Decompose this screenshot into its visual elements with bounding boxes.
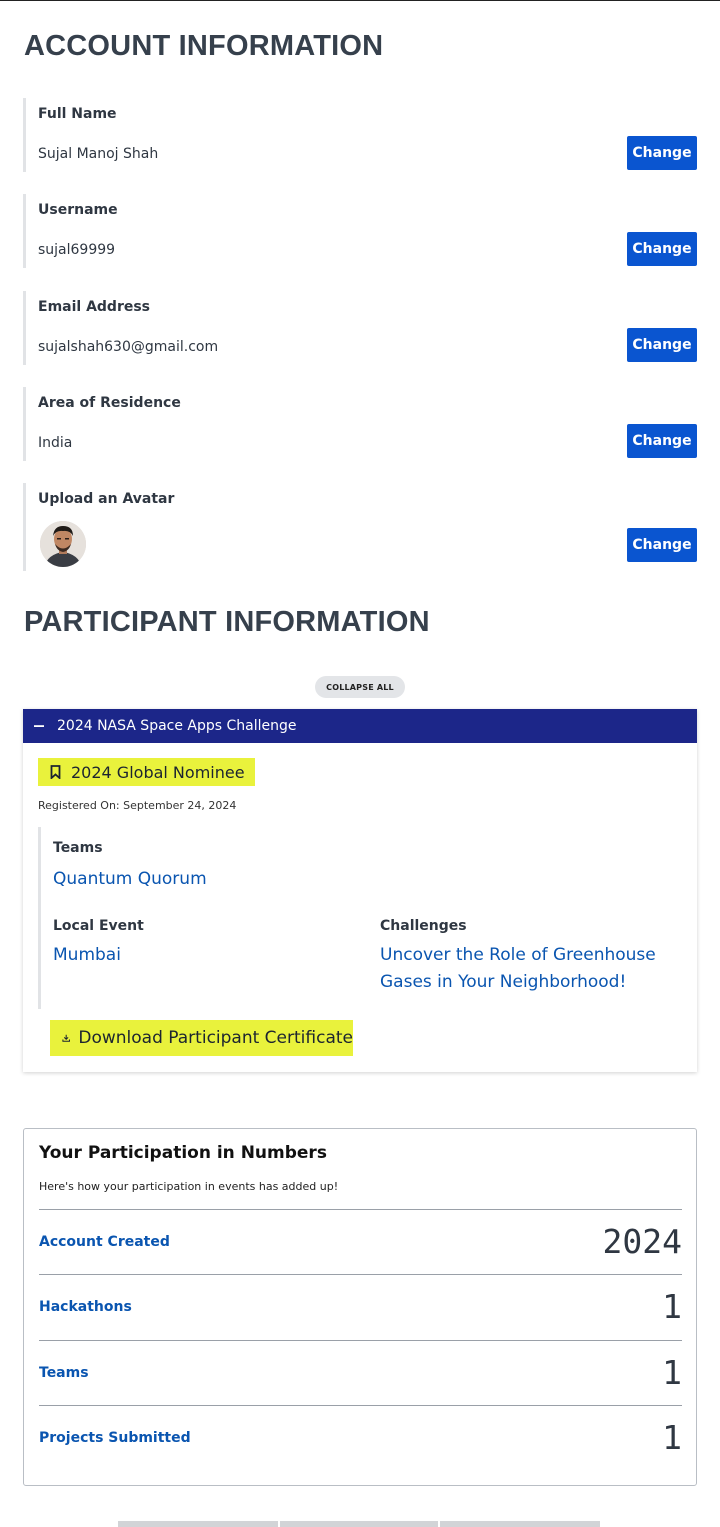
numbers-title: Your Participation in Numbers — [39, 1143, 327, 1163]
participant-section-title: PARTICIPANT INFORMATION — [24, 606, 430, 638]
field-value: Sujal Manoj Shah — [38, 146, 159, 162]
email-field: Email Address sujalshah630@gmail.com Cha… — [23, 291, 697, 365]
badge-label: 2024 Global Nominee — [71, 762, 245, 782]
bookmark-icon — [50, 765, 61, 779]
challenge-link[interactable]: Uncover the Role of Greenhouse Gases in … — [380, 942, 680, 996]
username-field: Username sujal69999 Change — [23, 194, 697, 268]
stat-value: 1 — [662, 1353, 682, 1392]
change-avatar-button[interactable]: Change — [627, 528, 697, 562]
event-header-toggle[interactable]: 2024 NASA Space Apps Challenge — [23, 709, 697, 743]
field-label: Area of Residence — [38, 395, 181, 411]
download-icon — [62, 1034, 70, 1042]
stat-label[interactable]: Hackathons — [39, 1299, 132, 1315]
avatar-image — [40, 521, 86, 567]
stat-row: Hackathons 1 — [39, 1274, 682, 1339]
stat-value: 1 — [662, 1287, 682, 1326]
account-section-title: ACCOUNT INFORMATION — [24, 30, 384, 62]
horizontal-scroll-segment[interactable] — [118, 1521, 278, 1527]
stat-label[interactable]: Account Created — [39, 1234, 170, 1250]
collapse-all-button[interactable]: COLLAPSE ALL — [315, 676, 405, 698]
participation-numbers-card: Your Participation in Numbers Here's how… — [23, 1128, 697, 1486]
stat-row: Account Created 2024 — [39, 1209, 682, 1274]
local-event-link[interactable]: Mumbai — [53, 942, 121, 969]
registered-date: Registered On: September 24, 2024 — [38, 799, 237, 812]
minus-icon — [33, 717, 57, 736]
change-full-name-button[interactable]: Change — [627, 136, 697, 170]
horizontal-scroll-segment[interactable] — [280, 1521, 438, 1527]
stat-label[interactable]: Projects Submitted — [39, 1430, 191, 1446]
field-label: Upload an Avatar — [38, 491, 175, 507]
field-label: Username — [38, 202, 118, 218]
change-residence-button[interactable]: Change — [627, 424, 697, 458]
download-label: Download Participant Certificate — [78, 1028, 353, 1048]
challenge-line: Gases in Your Neighborhood! — [380, 972, 627, 992]
team-link[interactable]: Quantum Quorum — [53, 866, 207, 893]
download-certificate-button[interactable]: Download Participant Certificate — [50, 1020, 353, 1056]
field-label: Email Address — [38, 299, 151, 315]
challenges-label: Challenges — [380, 918, 467, 934]
numbers-subtitle: Here's how your participation in events … — [39, 1180, 339, 1193]
field-value: sujal69999 — [38, 242, 116, 258]
change-username-button[interactable]: Change — [627, 232, 697, 266]
full-name-field: Full Name Sujal Manoj Shah Change — [23, 98, 697, 172]
stat-row: Projects Submitted 1 — [39, 1405, 682, 1470]
stat-label[interactable]: Teams — [39, 1365, 89, 1381]
change-email-button[interactable]: Change — [627, 328, 697, 362]
event-details: Teams Quantum Quorum Local Event Mumbai … — [38, 827, 682, 1009]
challenge-line: Uncover the Role of Greenhouse — [380, 945, 656, 965]
field-value: India — [38, 435, 73, 451]
top-border — [0, 0, 720, 1]
avatar-field: Upload an Avatar Change — [23, 483, 697, 571]
field-label: Full Name — [38, 106, 117, 122]
stat-row: Teams 1 — [39, 1340, 682, 1405]
residence-field: Area of Residence India Change — [23, 387, 697, 461]
event-name: 2024 NASA Space Apps Challenge — [57, 718, 297, 734]
horizontal-scroll-segment[interactable] — [440, 1521, 600, 1527]
event-card: 2024 NASA Space Apps Challenge 2024 Glob… — [23, 709, 697, 1072]
field-value: sujalshah630@gmail.com — [38, 339, 219, 355]
nominee-badge: 2024 Global Nominee — [38, 758, 255, 786]
stat-value: 2024 — [602, 1222, 682, 1261]
teams-label: Teams — [53, 840, 103, 856]
stat-value: 1 — [662, 1418, 682, 1457]
local-event-label: Local Event — [53, 918, 144, 934]
avatar — [40, 521, 86, 567]
